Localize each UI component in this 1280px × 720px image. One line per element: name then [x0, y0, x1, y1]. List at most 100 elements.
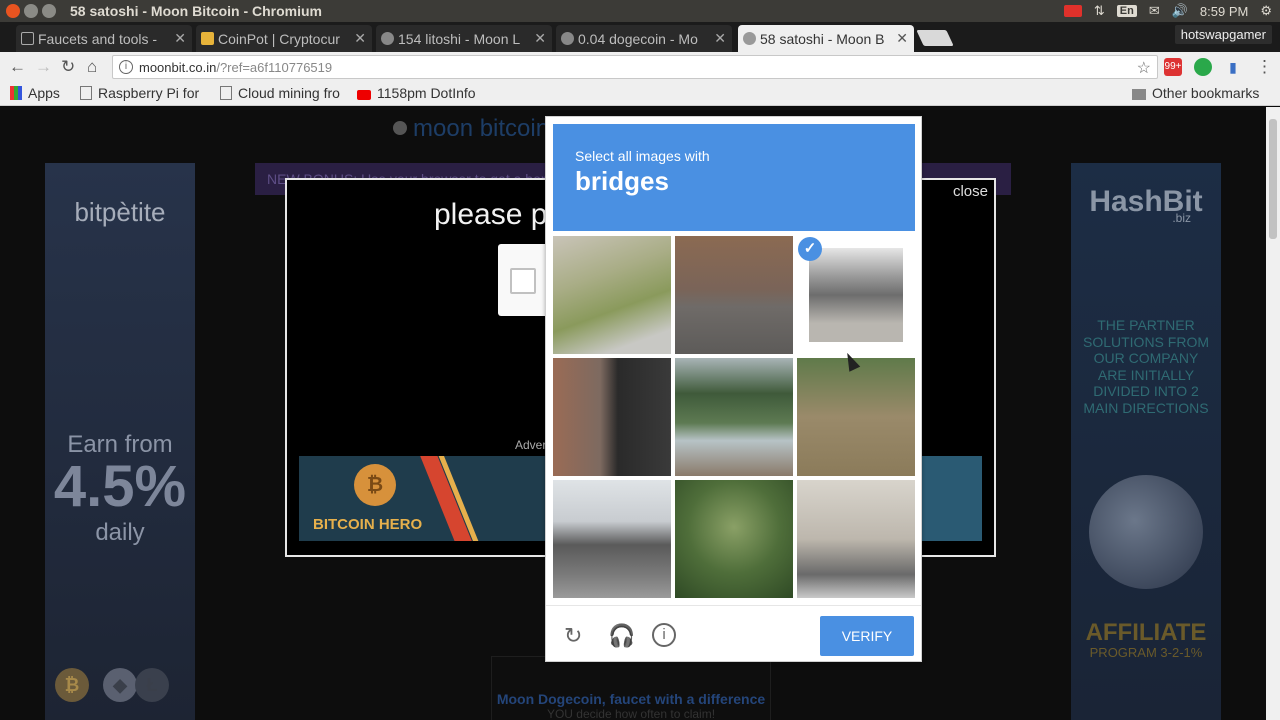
home-icon[interactable]: ⌂: [87, 57, 97, 77]
new-tab-button[interactable]: [916, 30, 954, 46]
clock[interactable]: 8:59 PM: [1200, 4, 1248, 19]
tab-close-icon[interactable]: ✕: [714, 30, 726, 47]
profile-button[interactable]: hotswapgamer: [1174, 25, 1272, 44]
tab-label: Faucets and tools -: [38, 31, 158, 47]
back-arrow-icon[interactable]: ←: [9, 57, 26, 77]
moon-dogecoin-promo[interactable]: Moon Dogecoin, faucet with a difference …: [491, 656, 771, 720]
settings-gear-icon[interactable]: ⚙: [1260, 3, 1272, 19]
ethereum-coin-icon: ◆: [103, 668, 137, 702]
verify-button[interactable]: VERIFY: [820, 616, 914, 656]
site-name: moon bitcoin: [413, 115, 550, 142]
captcha-tile[interactable]: [797, 358, 915, 476]
tab-moon-bitcoin[interactable]: 58 satoshi - Moon B ✕: [738, 25, 914, 52]
tile-image: [809, 248, 903, 342]
tab-close-icon[interactable]: ✕: [174, 30, 186, 47]
captcha-tile[interactable]: [553, 358, 671, 476]
tab-faucets[interactable]: Faucets and tools - ✕: [16, 25, 192, 52]
volume-icon[interactable]: 🔊: [1172, 3, 1188, 19]
youtube-icon: [357, 90, 371, 100]
bookmark-raspberry[interactable]: Raspberry Pi for: [80, 85, 199, 101]
page-icon: [80, 86, 92, 100]
other-bookmarks-label: Other bookmarks: [1152, 85, 1260, 101]
ad-daily: daily: [95, 519, 145, 546]
ad-program: PROGRAM 3-2-1%: [1089, 645, 1203, 660]
tab-close-icon[interactable]: ✕: [534, 30, 546, 47]
minimize-window-button[interactable]: [24, 4, 38, 18]
captcha-footer: ↻ 🎧 i VERIFY: [546, 605, 921, 662]
bookmark-star-icon[interactable]: ☆: [1137, 58, 1151, 78]
captcha-tile[interactable]: [675, 358, 793, 476]
globe-icon: [1089, 475, 1203, 589]
keyboard-layout-indicator[interactable]: En: [1116, 5, 1137, 17]
captcha-challenge: Select all images with bridges ✓ ↻ 🎧 i V…: [545, 116, 922, 662]
captcha-tile[interactable]: [553, 480, 671, 598]
moon-icon: [743, 32, 756, 45]
bookmark-dotinfo[interactable]: 1158pm DotInfo: [357, 85, 476, 101]
ad-logo: bitpètite: [74, 197, 166, 227]
tile-image: [675, 358, 793, 476]
ad-banner-tail[interactable]: [922, 456, 982, 541]
moon-icon: [393, 121, 407, 135]
record-icon[interactable]: [1063, 5, 1082, 17]
tile-image: [553, 236, 671, 354]
recaptcha-checkbox[interactable]: [510, 268, 536, 294]
reload-challenge-icon[interactable]: ↻: [564, 623, 582, 649]
ad-text: BITCOIN HERO: [313, 516, 423, 533]
right-banner-ad[interactable]: HashBit .biz THE PARTNER SOLUTIONS FROM …: [1071, 163, 1221, 720]
captcha-tile[interactable]: [797, 480, 915, 598]
captcha-tile-selected[interactable]: ✓: [797, 236, 915, 354]
network-icon[interactable]: ⇅: [1094, 3, 1105, 19]
menu-dots-icon[interactable]: ⋮: [1256, 57, 1273, 77]
tab-moon-dogecoin[interactable]: 0.04 dogecoin - Mo ✕: [556, 25, 732, 52]
info-icon[interactable]: i: [119, 60, 133, 74]
tile-image: [797, 358, 915, 476]
apps-grid-icon: [10, 86, 22, 100]
site-logo[interactable]: moon bitcoin: [393, 115, 549, 143]
tab-moon-litecoin[interactable]: 154 litoshi - Moon L ✕: [376, 25, 552, 52]
extension-badge-icon[interactable]: 99+: [1164, 58, 1182, 76]
litecoin-coin-icon: Ł: [135, 668, 169, 702]
ad-partner-text: THE PARTNER SOLUTIONS FROM OUR COMPANY A…: [1082, 317, 1209, 416]
left-banner-ad[interactable]: bitpètite Earn from 4.5% daily ₿ ◆ Ł: [45, 163, 195, 720]
captcha-target: bridges: [575, 166, 669, 196]
url-host: moonbit.co.in: [139, 60, 217, 75]
ad-affiliate: AFFILIATE: [1085, 619, 1207, 646]
tab-label: 0.04 dogecoin - Mo: [578, 31, 698, 47]
claim-heading: please pr: [434, 198, 558, 231]
bitcoin-hero-ad[interactable]: ₿ BITCOIN HERO: [299, 456, 559, 541]
page-icon: [220, 86, 232, 100]
captcha-instruction: Select all images with: [575, 148, 710, 164]
tab-label: 58 satoshi - Moon B: [760, 31, 885, 47]
tile-image: [553, 480, 671, 598]
audio-challenge-headphones-icon[interactable]: 🎧: [608, 623, 635, 649]
maximize-window-button[interactable]: [42, 4, 56, 18]
forward-arrow-icon[interactable]: →: [35, 57, 52, 77]
close-window-button[interactable]: [6, 4, 20, 18]
extension-green-icon[interactable]: [1194, 58, 1212, 76]
address-bar[interactable]: i moonbit.co.in/?ref=a6f110776519 ☆: [112, 55, 1158, 79]
tile-image: [797, 480, 915, 598]
help-info-icon[interactable]: i: [652, 623, 676, 647]
bookmark-cloud-mining[interactable]: Cloud mining fro: [220, 85, 340, 101]
mail-icon[interactable]: ✉: [1149, 3, 1160, 19]
other-bookmarks[interactable]: Other bookmarks: [1132, 85, 1259, 101]
tile-image: [675, 480, 793, 598]
folder-icon: [1132, 89, 1146, 100]
captcha-tile[interactable]: [675, 480, 793, 598]
bookmark-apps[interactable]: Apps: [10, 85, 60, 101]
tab-coinpot[interactable]: CoinPot | Cryptocur ✕: [196, 25, 372, 52]
tab-close-icon[interactable]: ✕: [896, 30, 908, 47]
reload-icon[interactable]: ↻: [61, 57, 75, 77]
bookmark-label: Cloud mining fro: [238, 85, 340, 101]
page-icon: [21, 32, 34, 45]
captcha-tile[interactable]: [675, 236, 793, 354]
extension-chart-icon[interactable]: ▮: [1224, 58, 1242, 76]
scrollbar-thumb[interactable]: [1269, 119, 1277, 239]
ad-logo-suffix: .biz: [1172, 211, 1191, 225]
captcha-header: Select all images with bridges: [553, 124, 915, 231]
page-scrollbar[interactable]: [1266, 107, 1280, 720]
promo-title: Moon Dogecoin, faucet with a difference: [496, 691, 766, 707]
captcha-tile[interactable]: [553, 236, 671, 354]
claim-close-link[interactable]: close: [953, 183, 988, 200]
tab-close-icon[interactable]: ✕: [354, 30, 366, 47]
